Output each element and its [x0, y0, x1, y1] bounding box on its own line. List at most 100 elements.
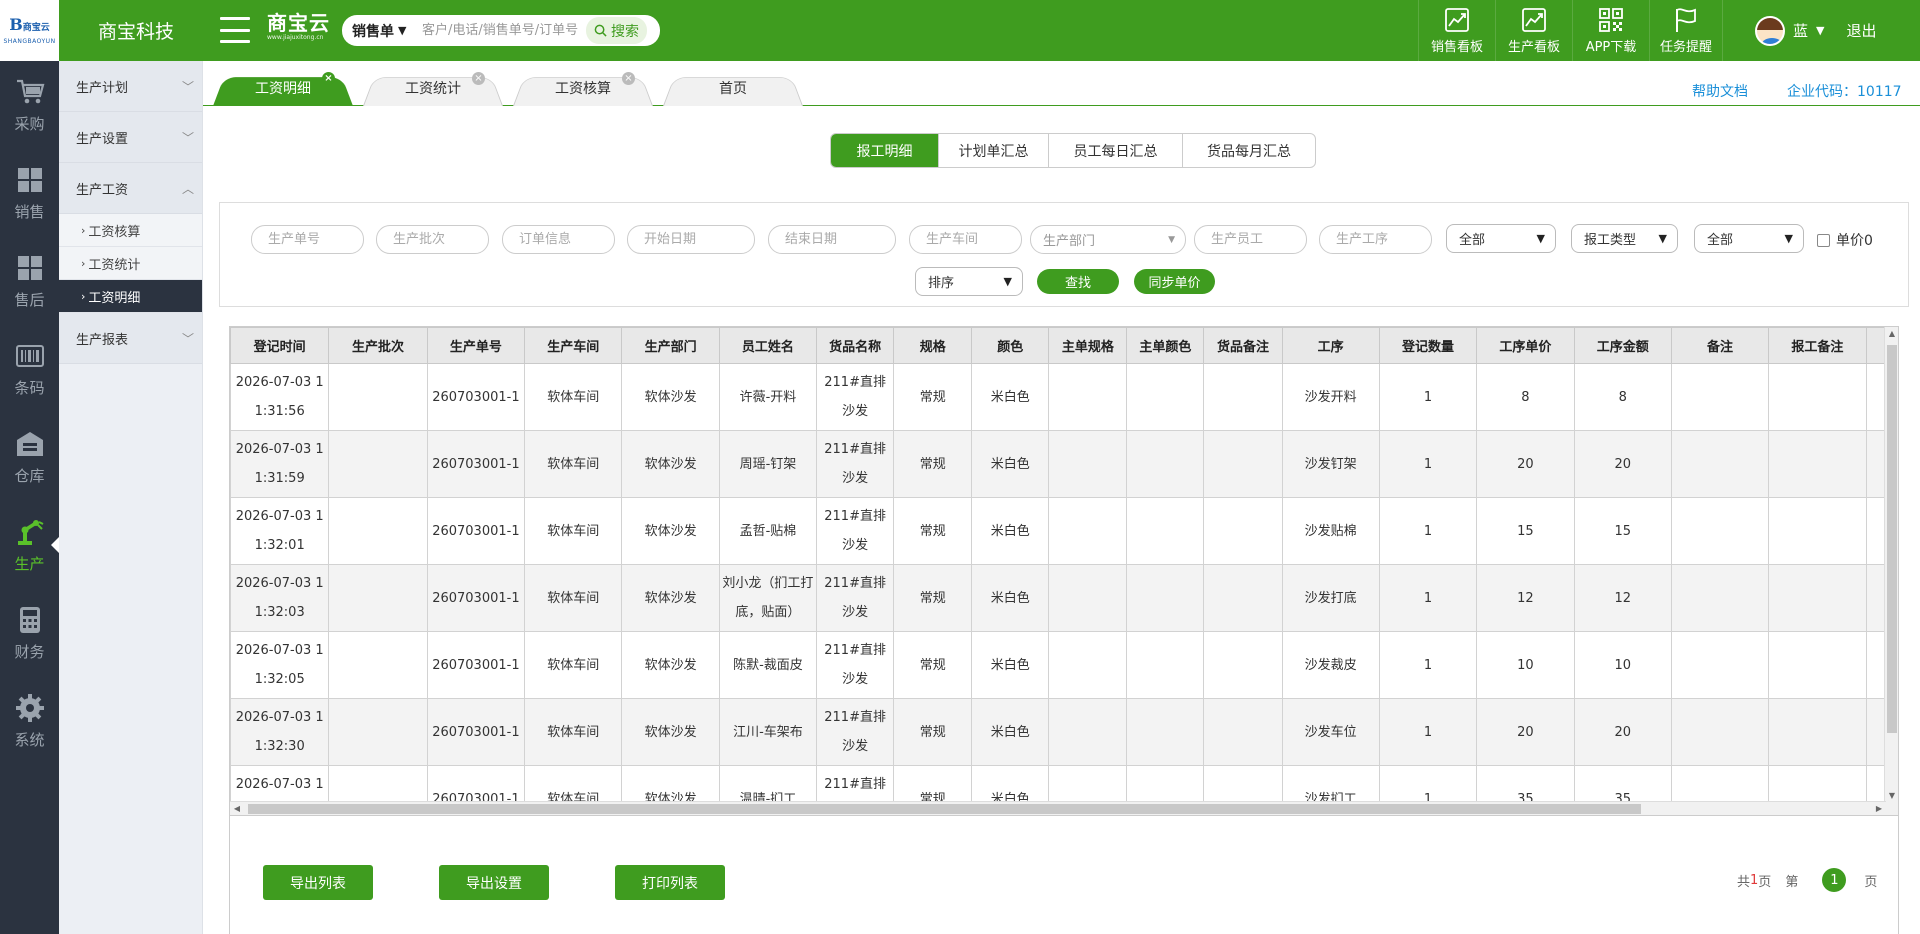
sidebar-item-sales[interactable]: 销售 — [0, 149, 59, 237]
scope-select[interactable]: 全部 ▼ — [1694, 224, 1804, 253]
subtab-plan-summary[interactable]: 计划单汇总 — [939, 134, 1049, 167]
column-header[interactable]: 生产车间 — [524, 327, 623, 364]
search-input[interactable] — [418, 15, 586, 46]
table-cell — [328, 497, 428, 565]
subtab-goods-monthly[interactable]: 货品每月汇总 — [1183, 134, 1315, 167]
tab-wage-stats[interactable]: 工资统计 × — [363, 70, 503, 106]
table-cell: 软体车间 — [524, 698, 623, 766]
table-row[interactable]: 2026-07-03 11:31:59 260703001-1 软体车间 软体沙发 周瑶… — [230, 430, 1898, 498]
column-header[interactable]: 报工备注 — [1768, 327, 1867, 364]
sidebar-item-warehouse[interactable]: 仓库 — [0, 413, 59, 501]
column-header[interactable]: 规格 — [893, 327, 973, 364]
sync-price-button[interactable]: 同步单价 — [1134, 269, 1215, 294]
column-header[interactable]: 颜色 — [971, 327, 1050, 364]
close-icon[interactable]: × — [322, 72, 335, 85]
column-header[interactable]: 备注 — [1670, 327, 1770, 364]
table-row[interactable]: 2026-07-03 11:32:30 260703001-1 软体车间 软体沙发 江川… — [230, 698, 1898, 766]
column-header[interactable]: 生产批次 — [328, 327, 428, 364]
submenu-production-wage[interactable]: 生产工资 ︿ — [59, 163, 202, 214]
tab-wage-calc[interactable]: 工资核算 × — [513, 70, 653, 106]
table-cell: 软体沙发 — [621, 497, 720, 565]
export-settings-button[interactable]: 导出设置 — [439, 865, 549, 900]
submenu-production-settings[interactable]: 生产设置 ﹀ — [59, 112, 202, 163]
column-header[interactable]: 登记数量 — [1378, 327, 1478, 364]
nav-production-board[interactable]: 生产看板 — [1495, 0, 1572, 61]
horizontal-scrollbar[interactable]: ◀ ▶ — [230, 801, 1886, 815]
search-type-select[interactable]: 销售单 ▼ — [342, 21, 418, 41]
submenu-item-wage-detail[interactable]: › 工资明细 — [59, 280, 202, 313]
help-docs-link[interactable]: 帮助文档 — [1692, 81, 1748, 101]
scroll-right-icon[interactable]: ▶ — [1872, 802, 1886, 815]
table-cell — [1768, 497, 1867, 565]
column-header[interactable]: 工序金额 — [1573, 327, 1672, 364]
table-row[interactable]: 2026-07-03 11:32:05 260703001-1 软体车间 软体沙发 陈默… — [230, 631, 1898, 699]
submenu-item-wage-stats[interactable]: › 工资统计 — [59, 247, 202, 280]
sidebar-item-purchase[interactable]: 采购 — [0, 61, 59, 149]
user-name[interactable]: 蓝 — [1793, 20, 1808, 41]
column-header[interactable]: 员工姓名 — [718, 327, 818, 364]
close-icon[interactable]: × — [622, 72, 635, 85]
find-button[interactable]: 查找 — [1037, 269, 1119, 294]
submenu-production-report[interactable]: 生产报表 ﹀ — [59, 313, 202, 364]
tab-home[interactable]: 首页 — [663, 70, 803, 106]
table-row[interactable]: 2026-07-03 11:32:01 260703001-1 软体车间 软体沙发 孟哲… — [230, 497, 1898, 565]
export-list-button[interactable]: 导出列表 — [263, 865, 373, 900]
vertical-scrollbar[interactable]: ▲ ▼ — [1884, 327, 1898, 815]
menu-toggle-icon[interactable] — [220, 17, 250, 43]
search-button[interactable]: 搜索 — [586, 17, 647, 44]
report-type-select[interactable]: 报工类型 ▼ — [1571, 224, 1678, 253]
current-page-button[interactable]: 1 — [1822, 868, 1847, 892]
table-cell — [1126, 430, 1205, 498]
column-header[interactable]: 货品备注 — [1203, 327, 1283, 364]
subtab-employee-daily[interactable]: 员工每日汇总 — [1049, 134, 1183, 167]
unit-price-zero-checkbox[interactable] — [1817, 233, 1830, 247]
dept-select[interactable]: 生产部门 ▼ — [1030, 225, 1186, 254]
scroll-down-icon[interactable]: ▼ — [1885, 789, 1898, 803]
employee-input[interactable] — [1194, 225, 1307, 254]
sidebar-item-barcode[interactable]: 条码 — [0, 325, 59, 413]
order-info-input[interactable] — [502, 225, 615, 254]
end-date-input[interactable] — [768, 225, 896, 254]
column-header[interactable]: 生产单号 — [426, 327, 526, 364]
caret-down-icon: ▼ — [398, 24, 407, 37]
batch-input[interactable] — [376, 225, 489, 254]
workshop-input[interactable] — [909, 225, 1022, 254]
caret-down-icon[interactable]: ▼ — [1816, 24, 1824, 37]
submenu-item-wage-calc[interactable]: › 工资核算 — [59, 214, 202, 247]
nav-app-download[interactable]: APP下载 — [1572, 0, 1649, 61]
process-input[interactable] — [1319, 225, 1432, 254]
column-header[interactable]: 主单规格 — [1048, 327, 1128, 364]
subtab-report-detail[interactable]: 报工明细 — [831, 134, 939, 167]
prod-no-input[interactable] — [251, 225, 364, 254]
table-cell: 211#直排沙发 — [816, 564, 895, 632]
column-header[interactable]: 生产部门 — [621, 327, 720, 364]
table-row[interactable]: 2026-07-03 11:31:56 260703001-1 软体车间 软体沙发 许薇… — [230, 363, 1898, 431]
global-search: 销售单▼ 搜索 — [342, 15, 660, 46]
status-select[interactable]: 全部 ▼ — [1446, 224, 1556, 253]
scroll-left-icon[interactable]: ◀ — [230, 802, 244, 815]
nav-task-reminder[interactable]: 任务提醒 — [1649, 0, 1722, 61]
sidebar-item-system[interactable]: 系统 — [0, 677, 59, 765]
logout-link[interactable]: 退出 — [1846, 20, 1876, 41]
column-header[interactable]: 主单颜色 — [1126, 327, 1205, 364]
column-header[interactable]: 货品名称 — [816, 327, 895, 364]
submenu-production-plan[interactable]: 生产计划 ﹀ — [59, 61, 202, 112]
nav-sales-board[interactable]: 销售看板 — [1418, 0, 1495, 61]
avatar[interactable] — [1755, 15, 1785, 46]
print-list-button[interactable]: 打印列表 — [615, 865, 725, 900]
column-header[interactable]: 登记时间 — [230, 327, 330, 364]
caret-down-icon: ▼ — [1003, 275, 1012, 288]
sort-select[interactable]: 排序 ▼ — [915, 267, 1023, 296]
column-header[interactable]: 工序单价 — [1476, 327, 1575, 364]
column-header[interactable]: 工序 — [1281, 327, 1380, 364]
tab-wage-detail[interactable]: 工资明细 × — [213, 70, 353, 106]
start-date-input[interactable] — [627, 225, 755, 254]
sidebar-item-finance[interactable]: 财务 — [0, 589, 59, 677]
table-row[interactable]: 2026-07-03 11:32:03 260703001-1 软体车间 软体沙发 刘小… — [230, 564, 1898, 632]
boxes-icon — [17, 167, 42, 192]
table-cell: 常规 — [893, 497, 973, 565]
sidebar-item-production[interactable]: 生产 — [0, 501, 59, 589]
scroll-up-icon[interactable]: ▲ — [1885, 327, 1898, 341]
sidebar-item-aftersales[interactable]: 售后 — [0, 237, 59, 325]
close-icon[interactable]: × — [472, 72, 485, 85]
